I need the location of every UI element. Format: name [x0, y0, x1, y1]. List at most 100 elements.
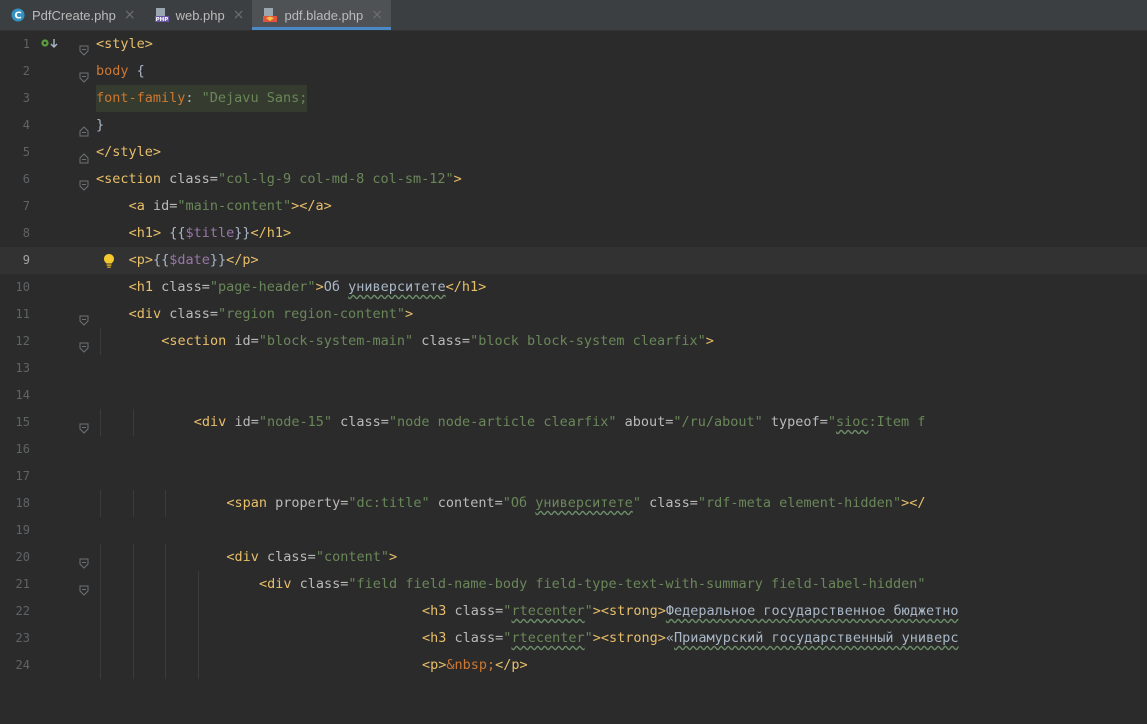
tab-pdf-blade-php[interactable]: pdf.blade.php × — [252, 0, 391, 30]
line-number: 7 — [22, 199, 30, 213]
code-token: " — [584, 630, 593, 646]
code-line[interactable]: 3 font-family: "Dejavu Sans; — [0, 85, 1147, 112]
close-icon[interactable]: × — [371, 7, 383, 23]
fold-open-icon[interactable] — [79, 309, 89, 326]
indent-guide — [132, 409, 134, 436]
svg-text:C: C — [14, 11, 21, 22]
line-number: 20 — [15, 550, 30, 564]
tab-web-php[interactable]: PHP web.php × — [144, 0, 253, 30]
code-token: " — [827, 414, 836, 430]
code-text: <p>{{$date}}</p> — [129, 247, 259, 274]
fold-end-icon[interactable] — [79, 120, 89, 137]
fold-open-icon[interactable] — [79, 174, 89, 191]
code-line[interactable]: 2 body { — [0, 58, 1147, 85]
code-token: <section — [96, 171, 170, 187]
fold-open-icon[interactable] — [79, 66, 89, 83]
code-text: <style> — [96, 31, 153, 58]
close-icon[interactable]: × — [124, 7, 136, 23]
indent-guide — [132, 490, 134, 517]
code-line[interactable]: 21 <div class="field field-name-body fiel… — [0, 571, 1147, 598]
code-token: <h1> — [128, 225, 162, 241]
fold-open-icon[interactable] — [79, 336, 89, 353]
code-token: <a — [128, 198, 153, 214]
indent-guide — [100, 571, 101, 598]
code-token: </p> — [495, 657, 528, 673]
code-line[interactable]: 5 </style> — [0, 139, 1147, 166]
code-text: <h3 class="rtecenter"><strong>«Приамурск… — [422, 625, 959, 652]
code-line[interactable]: 12 <section id="block-system-main" class=… — [0, 328, 1147, 355]
indent-guide — [197, 598, 199, 625]
indent-guide — [165, 490, 167, 517]
code-token: "field field-name-body field-type-text-w… — [348, 576, 926, 592]
code-line[interactable]: 11 <div class="region region-content"> — [0, 301, 1147, 328]
line-number: 13 — [15, 361, 30, 375]
code-token: > — [453, 171, 462, 187]
close-icon[interactable]: × — [233, 7, 245, 23]
code-token: class= — [340, 414, 389, 430]
indent-guide — [165, 652, 167, 679]
code-token: "node node-article clearfix" — [388, 414, 625, 430]
fold-open-icon[interactable] — [79, 39, 89, 56]
line-number: 11 — [15, 307, 30, 321]
code-line[interactable]: 16 — [0, 436, 1147, 463]
code-token: <h3 — [422, 630, 455, 646]
code-line[interactable]: 9 <p>{{$date}}</p> — [0, 247, 1147, 274]
tab-label: PdfCreate.php — [32, 7, 116, 23]
editor-tab-bar: C PdfCreate.php × PHP web.php × pdf.blad… — [0, 0, 1147, 31]
code-line[interactable]: 4} — [0, 112, 1147, 139]
code-line[interactable]: 18 <span property="dc:title" content="Об … — [0, 490, 1147, 517]
code-line[interactable]: 19 — [0, 517, 1147, 544]
code-text: <h1 class="page-header">Об университете<… — [129, 274, 487, 301]
fold-end-icon[interactable] — [79, 147, 89, 164]
code-text: <p>&nbsp;</p> — [422, 652, 528, 679]
code-token: > — [404, 306, 414, 322]
code-line[interactable]: 22 <h3 class="rtecenter"><strong>Федераль… — [0, 598, 1147, 625]
code-token: <h3 — [422, 603, 455, 619]
code-token: "content" — [315, 549, 389, 565]
implemented-marker-icon[interactable] — [40, 31, 64, 61]
code-token: rtecenter — [511, 603, 585, 619]
code-token: <div — [193, 414, 235, 430]
line-number: 23 — [15, 631, 30, 645]
code-text: <a id="main-content"></a> — [129, 193, 332, 220]
code-line[interactable]: 15 <div id="node-15" class="node node-art… — [0, 409, 1147, 436]
line-number: 19 — [15, 523, 30, 537]
blade-file-icon — [262, 7, 278, 23]
code-line[interactable]: 13 — [0, 355, 1147, 382]
code-line[interactable]: 1 <style> — [0, 31, 1147, 58]
code-line[interactable]: 7 <a id="main-content"></a> — [0, 193, 1147, 220]
code-text: <div class="field field-name-body field-… — [259, 571, 926, 598]
fold-open-icon[interactable] — [79, 417, 89, 434]
code-line[interactable]: 6 <section class="col-lg-9 col-md-8 col-s… — [0, 166, 1147, 193]
code-text: <h1> {{$title}}</h1> — [129, 220, 292, 247]
code-token: "block-system-main" — [258, 333, 422, 349]
fold-open-icon[interactable] — [79, 552, 89, 569]
tab-pdfcreate-php[interactable]: C PdfCreate.php × — [0, 0, 144, 30]
code-line[interactable]: 23 <h3 class="rtecenter"><strong>«Приамур… — [0, 625, 1147, 652]
indent-guide — [100, 625, 101, 652]
code-text: <h3 class="rtecenter"><strong>Федерально… — [422, 598, 959, 625]
fold-open-icon[interactable] — [79, 579, 89, 596]
code-token: class= — [267, 549, 316, 565]
ide-window: C PdfCreate.php × PHP web.php × pdf.blad… — [0, 0, 1147, 724]
svg-text:PHP: PHP — [155, 17, 168, 23]
code-line[interactable]: 10 <h1 class="page-header">Об университет… — [0, 274, 1147, 301]
code-token: университете — [535, 495, 633, 511]
code-line[interactable]: 20 <div class="content"> — [0, 544, 1147, 571]
tab-label: pdf.blade.php — [284, 7, 364, 23]
indent-guide — [165, 625, 167, 652]
code-text: font-family: "Dejavu Sans; — [96, 85, 308, 112]
code-token: content= — [437, 495, 503, 511]
line-number: 4 — [22, 118, 30, 132]
code-token: typeof= — [770, 414, 828, 430]
indent-guide — [165, 571, 167, 598]
code-token: class= — [454, 630, 504, 646]
line-number: 14 — [15, 388, 30, 402]
code-token: > — [315, 279, 324, 295]
code-line[interactable]: 8 <h1> {{$title}}</h1> — [0, 220, 1147, 247]
code-line[interactable]: 17 — [0, 463, 1147, 490]
code-editor[interactable]: 1 <style> 2 body {3 font-family: "Dejavu San… — [0, 31, 1147, 724]
code-line[interactable]: 24 <p>&nbsp;</p> — [0, 652, 1147, 679]
code-token: {{ — [161, 225, 186, 241]
code-line[interactable]: 14 — [0, 382, 1147, 409]
